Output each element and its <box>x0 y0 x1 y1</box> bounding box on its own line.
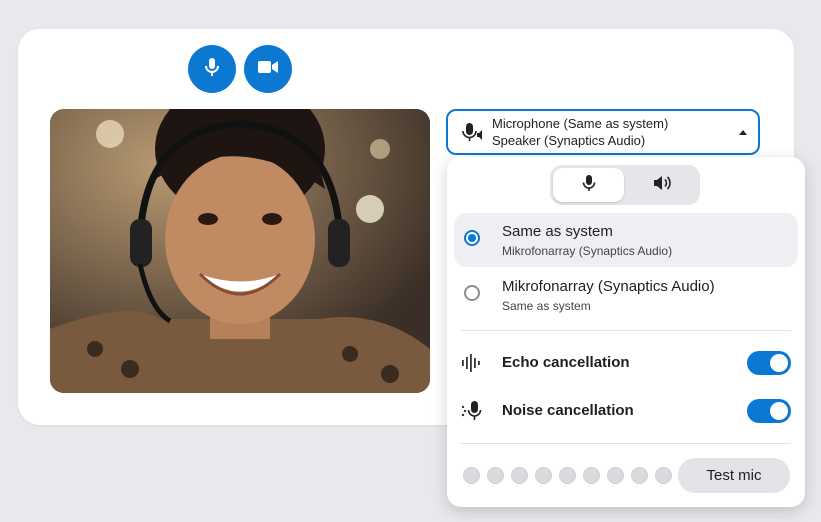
noise-cancellation-label: Noise cancellation <box>502 402 634 419</box>
echo-cancellation-row: Echo cancellation <box>461 348 791 378</box>
device-option-subtitle: Same as system <box>502 299 591 313</box>
mic-level-dot <box>463 467 480 484</box>
tab-microphone[interactable] <box>553 168 624 202</box>
microphone-selection-text: Microphone (Same as system) <box>492 116 669 131</box>
audio-tab-switcher <box>550 165 700 205</box>
device-option-title: Same as system <box>502 223 613 240</box>
camera-button[interactable] <box>244 45 292 93</box>
microphone-button[interactable] <box>188 45 236 93</box>
mic-level-dot <box>583 467 600 484</box>
echo-waveform-icon <box>461 352 485 374</box>
speaker-selection-text: Speaker (Synaptics Audio) <box>492 133 646 148</box>
mic-level-dot <box>511 467 528 484</box>
speaker-icon <box>653 175 671 196</box>
mic-level-dot <box>655 467 672 484</box>
mic-speaker-icon <box>462 121 492 143</box>
video-preview <box>50 109 430 393</box>
device-option-mikrofonarray[interactable]: Mikrofonarray (Synaptics Audio) Same as … <box>454 268 798 322</box>
microphone-icon <box>582 174 596 197</box>
divider <box>461 330 791 331</box>
device-option-same-as-system[interactable]: Same as system Mikrofonarray (Synaptics … <box>454 213 798 267</box>
audio-device-dropdown[interactable]: Microphone (Same as system) Speaker (Syn… <box>446 109 760 155</box>
noise-cancellation-row: Noise cancellation <box>461 396 791 426</box>
device-option-title: Mikrofonarray (Synaptics Audio) <box>502 278 715 295</box>
participant-photo <box>50 109 430 393</box>
noise-mic-icon <box>461 400 485 422</box>
audio-settings-panel: Same as system Mikrofonarray (Synaptics … <box>447 157 805 507</box>
mic-level-dot <box>487 467 504 484</box>
echo-cancellation-label: Echo cancellation <box>502 354 630 371</box>
mic-level-meter <box>463 467 672 485</box>
video-camera-icon <box>257 59 279 80</box>
caret-up-icon <box>728 129 758 135</box>
divider <box>461 443 791 444</box>
tab-speaker[interactable] <box>626 168 697 202</box>
radio-selected[interactable] <box>464 230 480 246</box>
echo-cancellation-toggle[interactable] <box>747 351 791 375</box>
noise-cancellation-toggle[interactable] <box>747 399 791 423</box>
mic-level-dot <box>559 467 576 484</box>
mic-level-dot <box>535 467 552 484</box>
device-option-subtitle: Mikrofonarray (Synaptics Audio) <box>502 244 673 258</box>
radio-unselected[interactable] <box>464 285 480 301</box>
microphone-icon <box>202 56 222 83</box>
mic-level-dot <box>631 467 648 484</box>
test-mic-button[interactable]: Test mic <box>678 458 790 493</box>
mic-level-dot <box>607 467 624 484</box>
